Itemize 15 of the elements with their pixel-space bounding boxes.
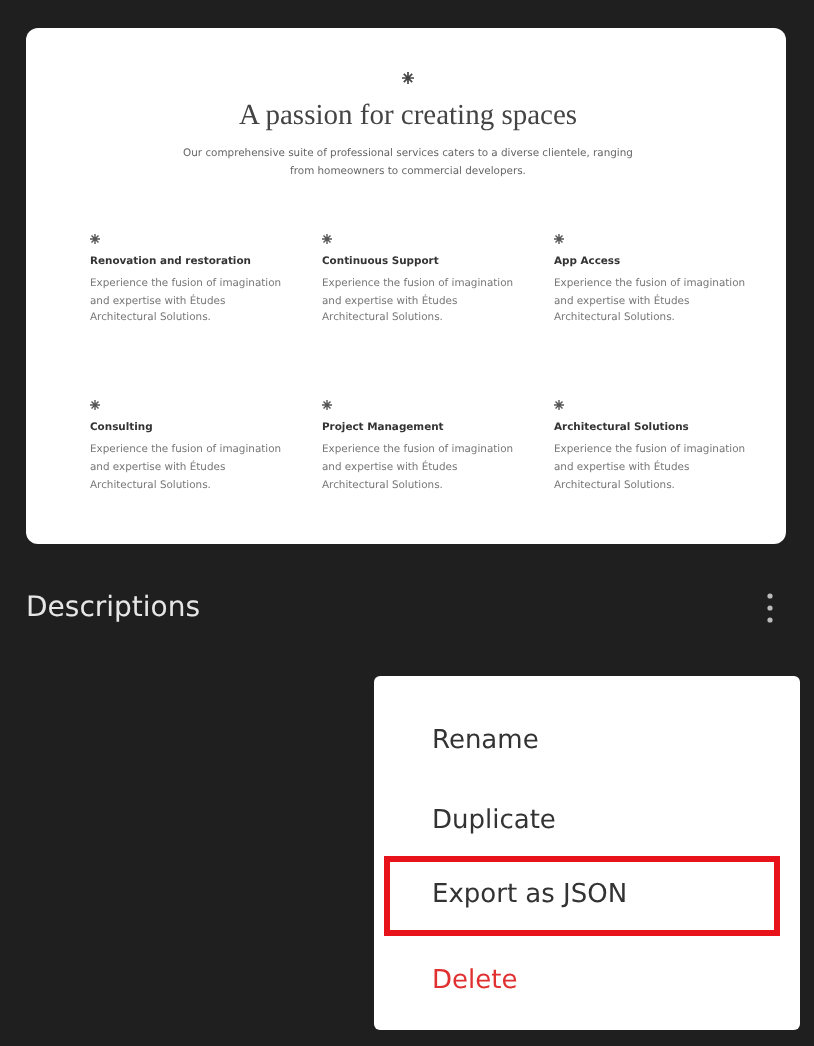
section-title: Descriptions [26,592,201,624]
star-icon [554,400,564,411]
menu-item[interactable]: Rename [384,696,780,776]
menu-item[interactable]: Delete [384,936,780,1016]
menu-item[interactable]: Duplicate [384,776,780,856]
star-icon [322,400,332,411]
preview-title: A passion for creating spaces [238,100,578,134]
star-icon [322,233,332,244]
star-icon [402,72,414,84]
more-options-icon[interactable] [766,592,774,624]
menu-item[interactable]: Export as JSON [384,856,780,936]
star-icon [554,233,564,244]
template-preview-card[interactable] [26,28,786,544]
star-icon [90,400,100,411]
star-icon [90,233,100,244]
